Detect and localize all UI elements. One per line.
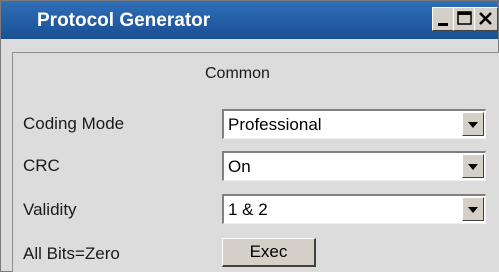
validity-value: 1 & 2 [228,200,268,219]
crc-dropdown-button[interactable] [462,154,484,178]
coding-mode-dropdown-button[interactable] [462,112,484,136]
close-button[interactable] [474,7,498,31]
close-icon [479,12,492,25]
minimize-icon [438,23,448,26]
crc-value: On [228,157,251,176]
chevron-down-icon [468,207,478,213]
exec-button[interactable]: Exec [222,238,316,267]
protocol-generator-window: Protocol Generator Common Coding Mode Pr… [0,0,499,272]
crc-dropdown[interactable]: On [222,151,486,181]
chevron-down-icon [468,164,478,170]
window-title: Protocol Generator [37,10,211,31]
all-bits-zero-label: All Bits=Zero [23,244,120,263]
maximize-icon [457,11,472,25]
title-bar[interactable]: Protocol Generator [1,1,498,39]
coding-mode-label: Coding Mode [23,114,125,133]
validity-dropdown[interactable]: 1 & 2 [222,194,486,224]
crc-label: CRC [23,156,60,175]
validity-dropdown-button[interactable] [462,197,484,221]
coding-mode-dropdown[interactable]: Professional [222,109,486,139]
chevron-down-icon [468,122,478,128]
coding-mode-value: Professional [228,115,322,134]
validity-label: Validity [23,200,77,219]
section-title-common: Common [205,65,270,82]
